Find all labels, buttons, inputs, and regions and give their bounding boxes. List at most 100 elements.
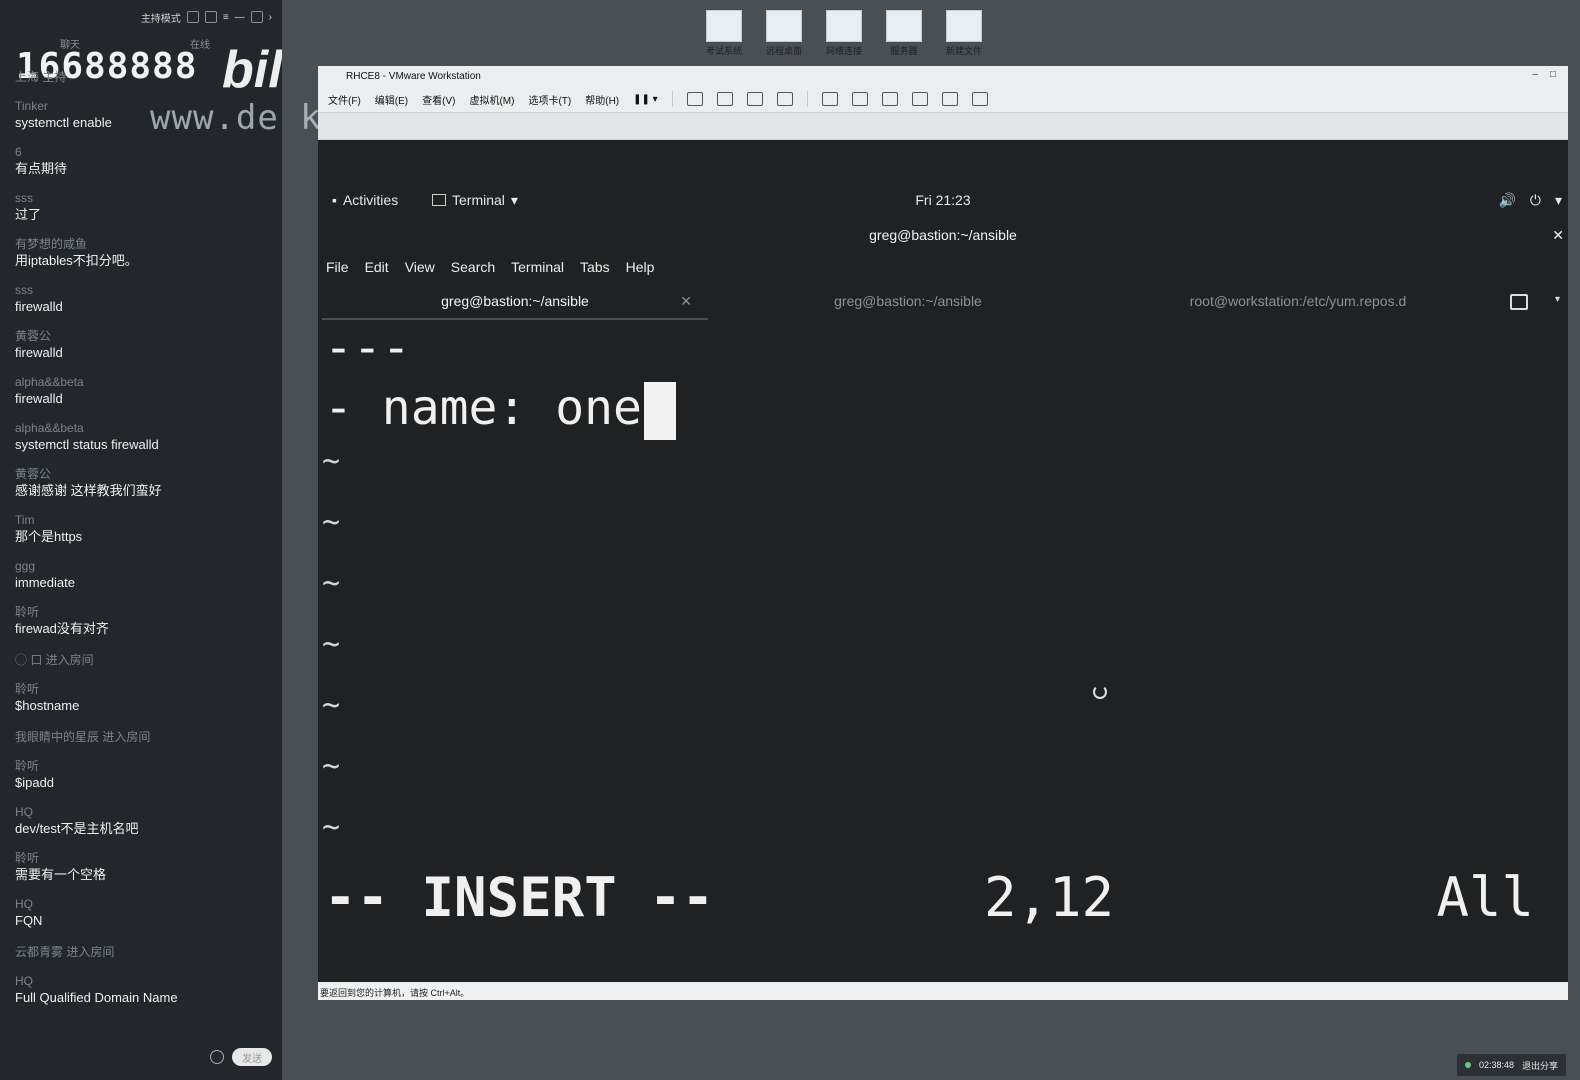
desktop-icon[interactable]: 远程桌面 — [760, 10, 808, 57]
empty-line-marker: ~ — [322, 688, 341, 723]
menu-view[interactable]: 查看(V) — [422, 92, 455, 107]
message-user: sss — [15, 283, 33, 297]
stop-share-button[interactable]: 退出分享 — [1522, 1059, 1558, 1072]
shortcut-icon — [826, 10, 862, 42]
message-user: 黄蓉公 — [15, 329, 52, 343]
toolbar-separator — [806, 91, 808, 107]
menu-view[interactable]: View — [405, 259, 435, 275]
system-notice: 云都青雾 进入房间 — [15, 945, 115, 959]
thumbnail-icon[interactable] — [851, 92, 868, 106]
menu-tabs[interactable]: 选项卡(T) — [528, 92, 571, 107]
message-user: HQ — [15, 897, 33, 911]
message-user: alpha&&beta — [15, 375, 84, 389]
clock[interactable]: Fri 21:23 — [318, 192, 1568, 208]
terminal-titlebar: greg@bastion:~/ansible ✕ — [318, 220, 1568, 250]
volume-icon: 🔊 — [1498, 191, 1516, 208]
message-text: firewalld — [15, 299, 63, 314]
pinned-message: 上海 主持 — [15, 70, 67, 84]
editor-line: - name: one — [324, 378, 676, 440]
snapshot-icon[interactable] — [716, 92, 733, 106]
desktop-icon-label: 考试系统 — [705, 46, 742, 56]
settings-icon[interactable] — [186, 11, 199, 23]
desktop-icon[interactable]: 新建文件 — [940, 10, 988, 57]
message: alpha&&beta firewalld — [15, 375, 272, 408]
console-icon[interactable] — [941, 92, 958, 106]
chevron-down-icon[interactable]: ▾ — [1555, 294, 1560, 305]
tab-label: greg@bastion:~/ansible — [441, 293, 589, 309]
maximize-icon[interactable] — [250, 11, 263, 23]
menu-edit[interactable]: 编辑(E) — [375, 92, 408, 107]
power-icon: ⏻ — [1529, 191, 1541, 208]
message-text: 有点期待 — [15, 161, 68, 176]
message-user: 聆听 — [15, 759, 40, 773]
fullscreen-icon[interactable] — [881, 92, 898, 106]
terminal-tab-active[interactable]: greg@bastion:~/ansible ✕ — [322, 284, 708, 320]
message-list: 上海 主持 Tinker systemctl enable 6 有点期待 sss 过了… — [15, 64, 272, 1020]
message: alpha&&beta systemctl status firewalld — [15, 421, 272, 454]
message-user: 6 — [15, 145, 22, 159]
menu-file[interactable]: 文件(F) — [328, 92, 361, 107]
empty-line-marker: ~ — [322, 444, 341, 479]
message-text: $hostname — [15, 698, 80, 713]
minimize-icon[interactable]: — — [235, 12, 245, 23]
tab-label: greg@bastion:~/ansible — [834, 293, 982, 309]
desktop-icon-label: 远程桌面 — [765, 46, 802, 56]
maximize-icon[interactable]: □ — [1550, 69, 1556, 80]
view-options-icon[interactable] — [971, 92, 988, 106]
text-cursor — [643, 382, 676, 440]
menu-terminal[interactable]: Terminal — [511, 259, 564, 275]
send-button[interactable]: 发送 — [232, 1048, 272, 1066]
menu-vm[interactable]: 虚拟机(M) — [469, 92, 514, 107]
terminal-tab[interactable]: greg@bastion:~/ansible — [708, 284, 1108, 318]
layout-icon[interactable] — [204, 11, 217, 23]
message: HQ dev/test不是主机名吧 — [15, 805, 272, 838]
snapshot-manager-icon[interactable] — [776, 92, 793, 106]
menu-file[interactable]: File — [326, 259, 349, 275]
message-user: alpha&&beta — [15, 421, 84, 435]
menu-help[interactable]: Help — [626, 259, 655, 275]
message-text: 过了 — [15, 207, 42, 222]
message-text: dev/test不是主机名吧 — [15, 821, 139, 836]
empty-line-marker: ~ — [322, 749, 341, 784]
library-icon[interactable] — [821, 92, 838, 106]
desktop-icon[interactable]: 考试系统 — [700, 10, 748, 57]
send-keys-icon[interactable] — [686, 92, 703, 106]
share-timer: 02:38:48 — [1478, 1060, 1514, 1070]
toolbar-separator — [671, 91, 673, 107]
message: sss firewalld — [15, 283, 272, 316]
window-controls: – □ — [1532, 69, 1556, 80]
message: HQ FQN — [15, 897, 272, 930]
window-title: RHCE8 - VMware Workstation — [346, 70, 481, 82]
terminal-tab[interactable]: root@workstation:/etc/yum.repos.d — [1108, 284, 1488, 318]
message-text: firewalld — [15, 345, 63, 360]
pause-icon[interactable]: ❚❚ ▾ — [633, 94, 658, 105]
menu-search[interactable]: Search — [451, 259, 495, 275]
vm-tabstrip — [318, 113, 1568, 140]
close-icon[interactable]: ✕ — [1552, 227, 1564, 244]
close-tab-icon[interactable]: ✕ — [680, 293, 692, 310]
message-user: 有梦想的咸鱼 — [15, 237, 88, 251]
revert-snapshot-icon[interactable] — [746, 92, 763, 106]
empty-line-marker: ~ — [322, 810, 341, 845]
message-text: firewad没有对齐 — [15, 621, 109, 636]
message-user: 聆听 — [15, 682, 40, 696]
new-tab-icon[interactable] — [1510, 294, 1528, 310]
unity-icon[interactable] — [911, 92, 928, 106]
menu-icon[interactable]: ≡ — [223, 12, 229, 23]
chevron-down-icon: ▾ — [1554, 191, 1562, 208]
system-tray[interactable]: 🔊 ⏻ ▾ — [1498, 192, 1562, 209]
loading-icon — [1093, 685, 1107, 699]
message-user: 聆听 — [15, 605, 40, 619]
menu-edit[interactable]: Edit — [365, 259, 389, 275]
desktop-icon[interactable]: 网络连接 — [820, 10, 868, 57]
desktop-icon[interactable]: 服务器 — [880, 10, 928, 57]
collapse-icon[interactable]: › — [269, 12, 272, 23]
menu-help[interactable]: 帮助(H) — [585, 92, 619, 107]
emoji-icon[interactable] — [210, 1050, 224, 1064]
minimize-icon[interactable]: – — [1532, 69, 1538, 80]
tab-label: root@workstation:/etc/yum.repos.d — [1189, 293, 1407, 309]
vmware-menubar: 文件(F) 编辑(E) 查看(V) 虚拟机(M) 选项卡(T) 帮助(H) ❚❚… — [318, 86, 1568, 113]
host-mode[interactable]: 主持模式 — [141, 10, 181, 25]
menu-tabs[interactable]: Tabs — [580, 259, 610, 275]
desktop-icon-label: 新建文件 — [945, 46, 982, 56]
